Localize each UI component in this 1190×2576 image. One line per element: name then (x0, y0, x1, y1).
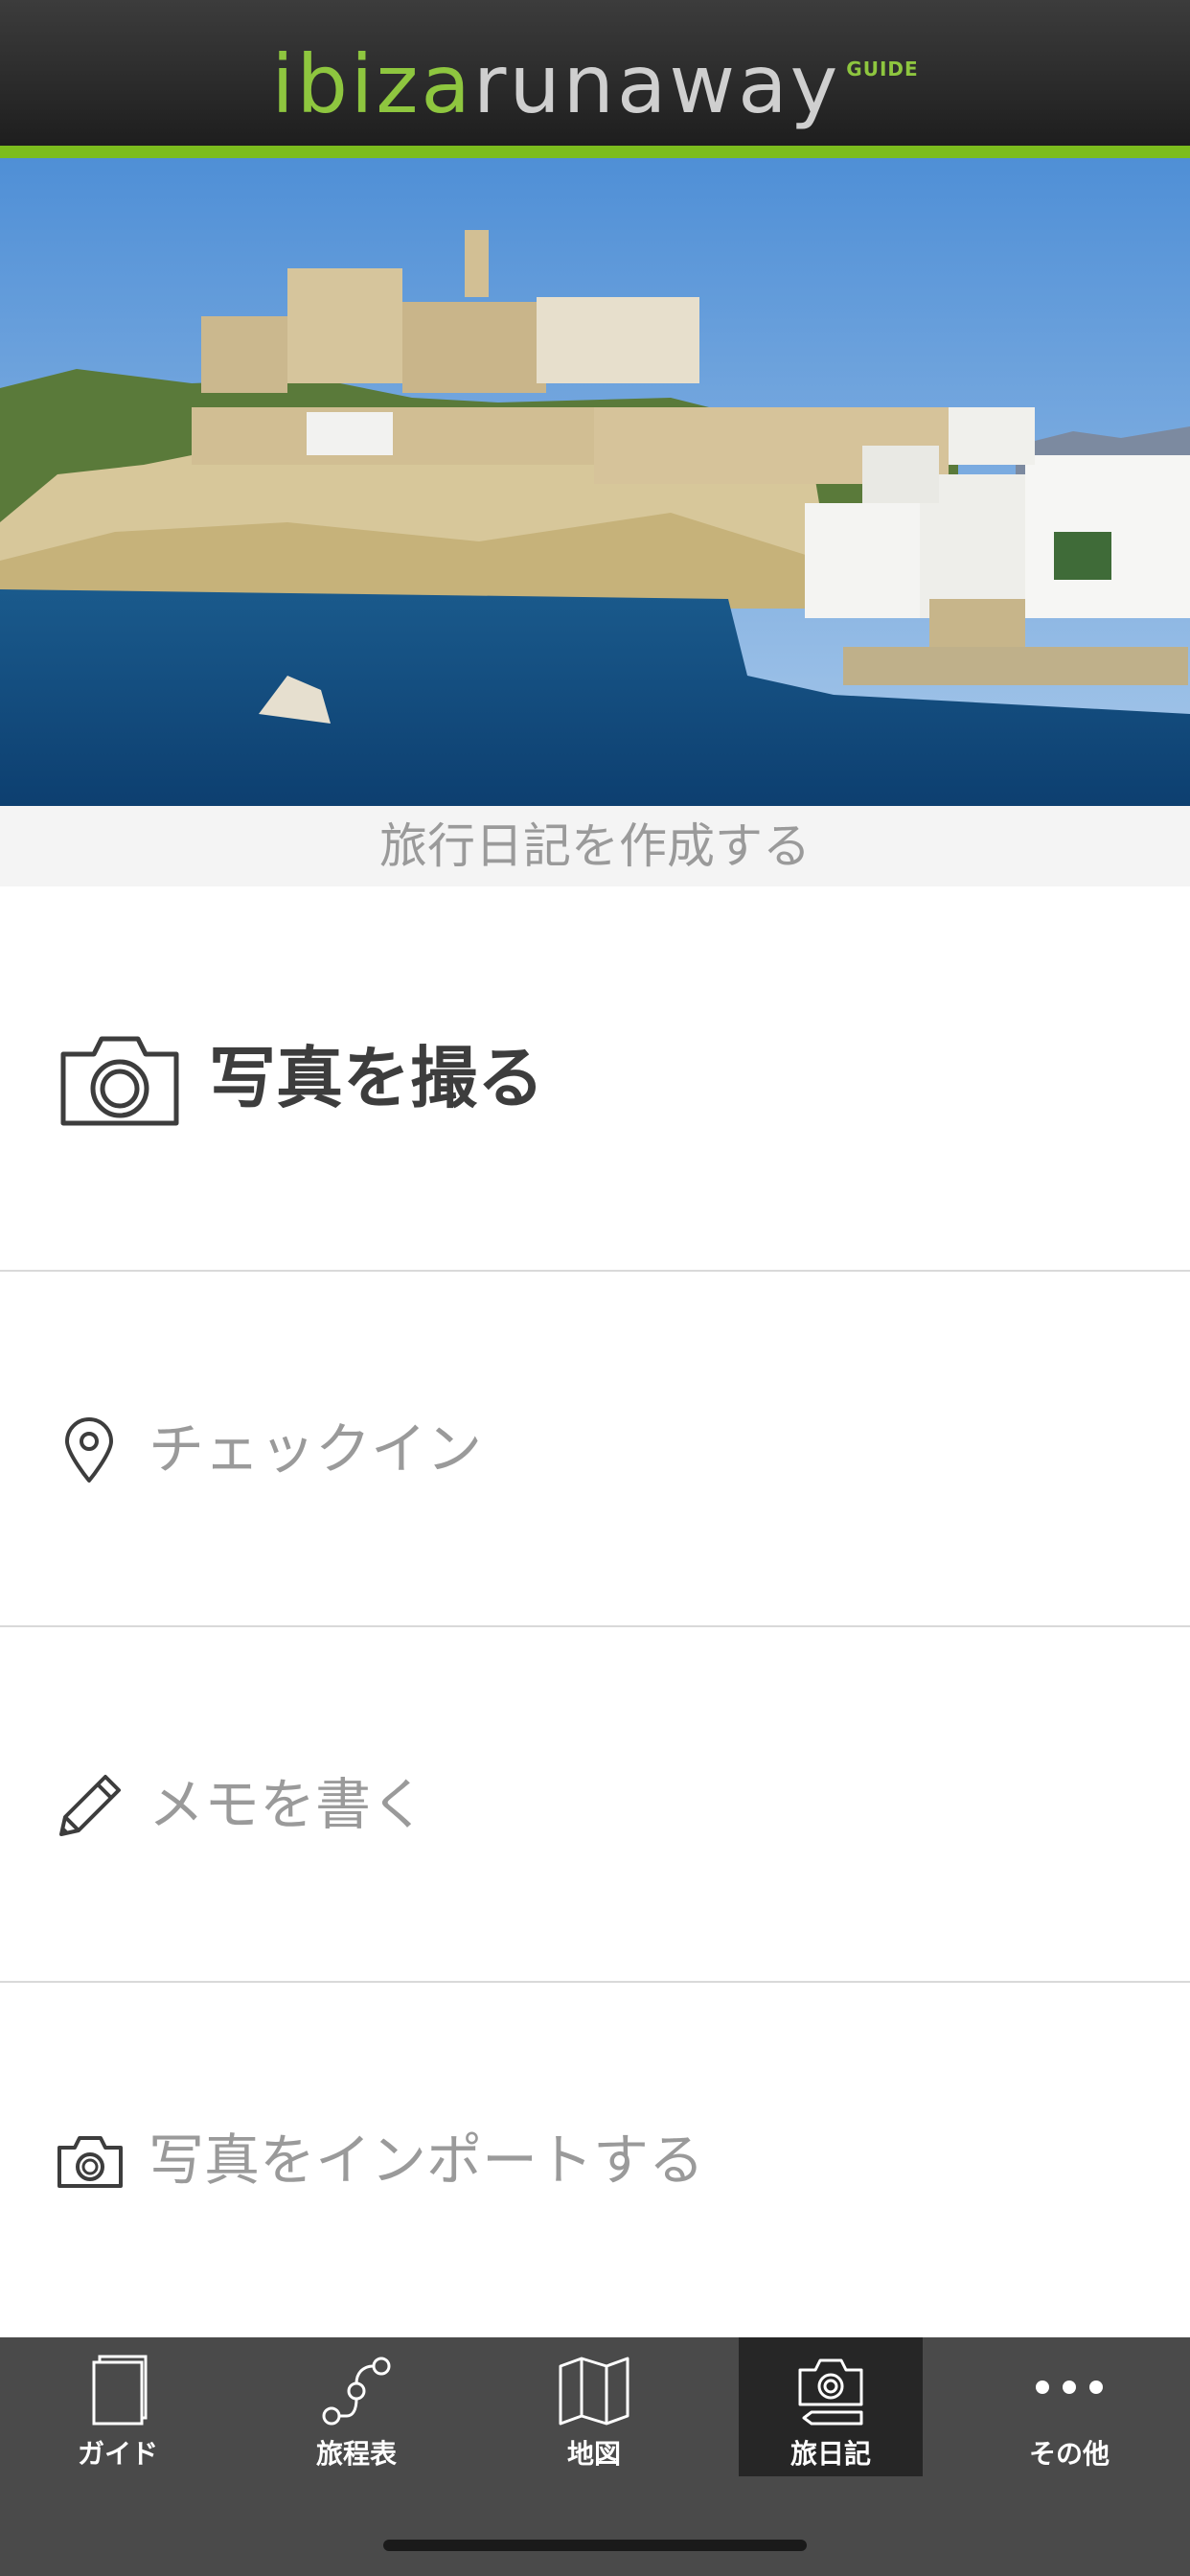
write-memo-item[interactable]: メモを書く (0, 1627, 1190, 1983)
app-header: ibizarunaway GUIDE (0, 0, 1190, 146)
tab-travel-diary[interactable]: 旅日記 (739, 2337, 923, 2476)
tab-itinerary[interactable]: 旅程表 (264, 2337, 448, 2476)
tab-travel-diary-label: 旅日記 (790, 2438, 871, 2470)
tab-more[interactable]: その他 (977, 2337, 1161, 2476)
camera-icon (57, 1033, 182, 1133)
camera-small-icon (56, 2134, 125, 2194)
tab-map-label: 地図 (566, 2438, 621, 2470)
section-subtitle: 旅行日記を作成する (0, 806, 1190, 886)
import-photo-label: 写真をインポートする (149, 2128, 705, 2193)
more-dots-icon (977, 2355, 1161, 2431)
logo-text-ibiza: ibiza (271, 37, 473, 131)
home-indicator[interactable] (383, 2540, 807, 2551)
import-photo-item[interactable]: 写真をインポートする (0, 1983, 1190, 2337)
logo-text-guide: GUIDE (846, 58, 919, 80)
book-icon (26, 2355, 210, 2431)
route-icon (264, 2355, 448, 2431)
tab-itinerary-label: 旅程表 (315, 2438, 397, 2470)
tab-map[interactable]: 地図 (502, 2337, 686, 2476)
app-logo: ibizarunaway GUIDE (0, 21, 1190, 132)
take-photo-item[interactable]: 写真を撮る (0, 886, 1190, 1272)
map-icon (502, 2355, 686, 2431)
logo-text-runaway: runaway (472, 37, 841, 131)
hero-image (0, 158, 1190, 806)
tab-guide[interactable]: ガイド (26, 2337, 210, 2476)
tab-guide-label: ガイド (77, 2438, 158, 2470)
pencil-icon (56, 1771, 125, 1844)
checkin-label: チェックイン (149, 1416, 483, 1482)
write-memo-label: メモを書く (149, 1772, 427, 1837)
checkin-item[interactable]: チェックイン (0, 1272, 1190, 1627)
camera-pencil-icon (739, 2355, 923, 2431)
map-pin-icon (63, 1417, 115, 1488)
take-photo-label: 写真を撮る (209, 1039, 544, 1117)
tab-more-label: その他 (1028, 2438, 1110, 2470)
header-accent-bar (0, 146, 1190, 158)
